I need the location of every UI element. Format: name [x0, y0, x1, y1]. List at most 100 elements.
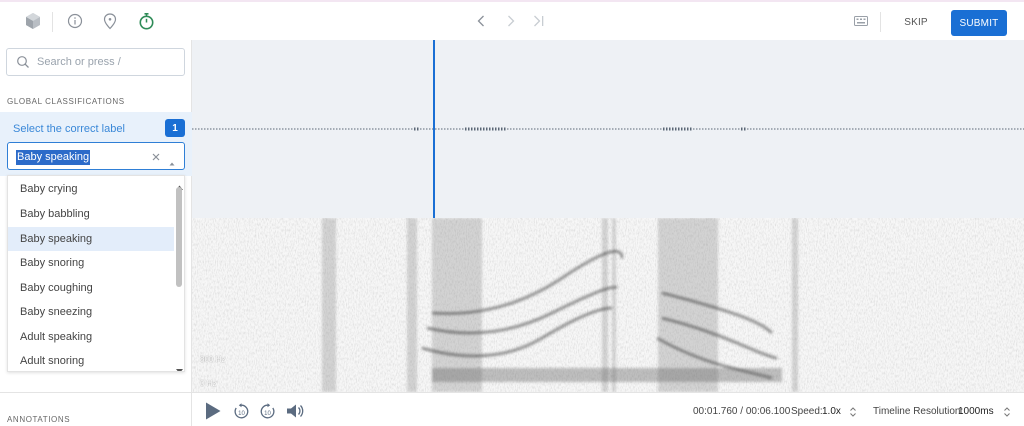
submit-button[interactable]: SUBMIT: [951, 10, 1007, 36]
dropdown-option[interactable]: Baby coughing: [8, 276, 174, 300]
waveform-sample: [801, 128, 803, 130]
dropdown-option[interactable]: Baby snoring: [8, 251, 174, 275]
info-icon[interactable]: [64, 10, 86, 32]
waveform-sample: [903, 128, 905, 130]
caret-up-icon[interactable]: [168, 154, 176, 166]
waveform-sample: [426, 128, 428, 130]
play-icon[interactable]: [202, 401, 224, 421]
playhead-cursor[interactable]: [433, 40, 435, 218]
speed-value[interactable]: 1.0x: [822, 406, 841, 417]
previous-button[interactable]: [472, 11, 490, 31]
location-pin-icon[interactable]: [99, 10, 121, 32]
waveform-sample: [705, 128, 707, 130]
waveform-sample: [735, 128, 737, 130]
dropdown-option[interactable]: Adult snoring: [8, 349, 174, 371]
waveform-sample: [423, 128, 425, 130]
waveform-sample: [642, 128, 644, 130]
waveform-sample: [435, 128, 437, 130]
dropdown-option[interactable]: Adult speaking: [8, 325, 174, 349]
label-dropdown-list[interactable]: Baby crying Baby babbling Baby speaking …: [7, 175, 185, 372]
waveform-sample: [582, 128, 584, 130]
waveform-sample: [261, 128, 263, 130]
waveform-sample: [369, 128, 371, 130]
waveform-sample: [438, 128, 440, 130]
waveform-sample: [954, 128, 956, 130]
dropdown-scrollbar-thumb[interactable]: [176, 187, 182, 287]
waveform-sample: [795, 128, 797, 130]
timeline-resolution-value[interactable]: 1000ms: [958, 406, 994, 417]
waveform-sample: [336, 128, 338, 130]
spectrogram-band: [612, 218, 616, 392]
waveform-sample: [330, 128, 332, 130]
waveform-sample: [813, 128, 815, 130]
forward-10-icon[interactable]: 10: [258, 401, 276, 421]
search-box[interactable]: [6, 48, 185, 76]
waveform-sample: [291, 128, 293, 130]
label-select-value[interactable]: Baby speaking: [16, 150, 91, 165]
rewind-10-icon[interactable]: 10: [232, 401, 250, 421]
waveform-sample: [864, 128, 866, 130]
skip-button[interactable]: SKIP: [895, 11, 937, 33]
waveform-sample: [513, 128, 515, 130]
waveform-sample: [714, 128, 716, 130]
dropdown-option[interactable]: Baby crying: [8, 177, 174, 201]
waveform-sample: [258, 128, 260, 130]
waveform-sample: [747, 128, 749, 130]
waveform-sample: [351, 128, 353, 130]
waveform-view[interactable]: [192, 40, 1024, 218]
volume-icon[interactable]: [285, 401, 305, 421]
waveform-sample: [570, 128, 572, 130]
waveform-sample: [576, 128, 578, 130]
left-panel-divider: [0, 392, 192, 393]
waveform-sample: [378, 128, 380, 130]
resolution-stepper-icon[interactable]: [1003, 405, 1011, 417]
waveform-sample: [678, 127, 680, 131]
scroll-down-arrow-icon[interactable]: [175, 362, 184, 371]
forward-amount: 10: [264, 411, 271, 417]
waveform-sample: [915, 128, 917, 130]
speed-stepper-icon[interactable]: [849, 405, 857, 417]
waveform-sample: [207, 128, 209, 130]
cube-icon[interactable]: [22, 10, 44, 32]
dropdown-option[interactable]: Baby sneezing: [8, 300, 174, 324]
waveform-sample: [504, 127, 506, 131]
waveform-sample: [885, 128, 887, 130]
keyboard-icon[interactable]: [850, 10, 872, 32]
waveform-sample: [492, 127, 494, 131]
waveform-sample: [780, 128, 782, 130]
classification-count-badge: 1: [165, 119, 185, 137]
waveform-sample: [345, 128, 347, 130]
waveform-sample: [822, 128, 824, 130]
waveform-sample: [573, 128, 575, 130]
waveform-sample: [627, 128, 629, 130]
dropdown-option-selected[interactable]: Baby speaking: [8, 227, 174, 251]
search-input[interactable]: [37, 56, 167, 68]
classification-question-row[interactable]: Select the correct label 1: [0, 112, 192, 144]
waveform-sample: [243, 128, 245, 130]
waveform-sample: [534, 128, 536, 130]
waveform-sample: [861, 128, 863, 130]
waveform-sample: [984, 128, 986, 130]
waveform-sample: [609, 128, 611, 130]
waveform-sample: [696, 128, 698, 130]
waveform-sample: [948, 128, 950, 130]
next-button[interactable]: [502, 11, 520, 31]
waveform-sample: [399, 128, 401, 130]
label-select[interactable]: Baby speaking: [7, 142, 185, 170]
waveform-sample: [315, 128, 317, 130]
waveform-trace: [192, 127, 1024, 131]
scroll-up-arrow-icon[interactable]: [175, 178, 184, 190]
clear-icon[interactable]: [150, 150, 162, 162]
waveform-sample: [912, 128, 914, 130]
waveform-sample: [486, 127, 488, 131]
skip-to-end-button[interactable]: [530, 11, 548, 31]
waveform-sample: [951, 128, 953, 130]
dropdown-option[interactable]: Baby babbling: [8, 202, 174, 226]
stopwatch-icon[interactable]: [135, 10, 157, 32]
spectrogram-view[interactable]: [192, 218, 1024, 392]
waveform-sample: [213, 128, 215, 130]
frequency-label-0: 0 Hz: [200, 379, 217, 388]
spectrogram-band: [602, 218, 608, 392]
waveform-sample: [306, 128, 308, 130]
waveform-sample: [846, 128, 848, 130]
